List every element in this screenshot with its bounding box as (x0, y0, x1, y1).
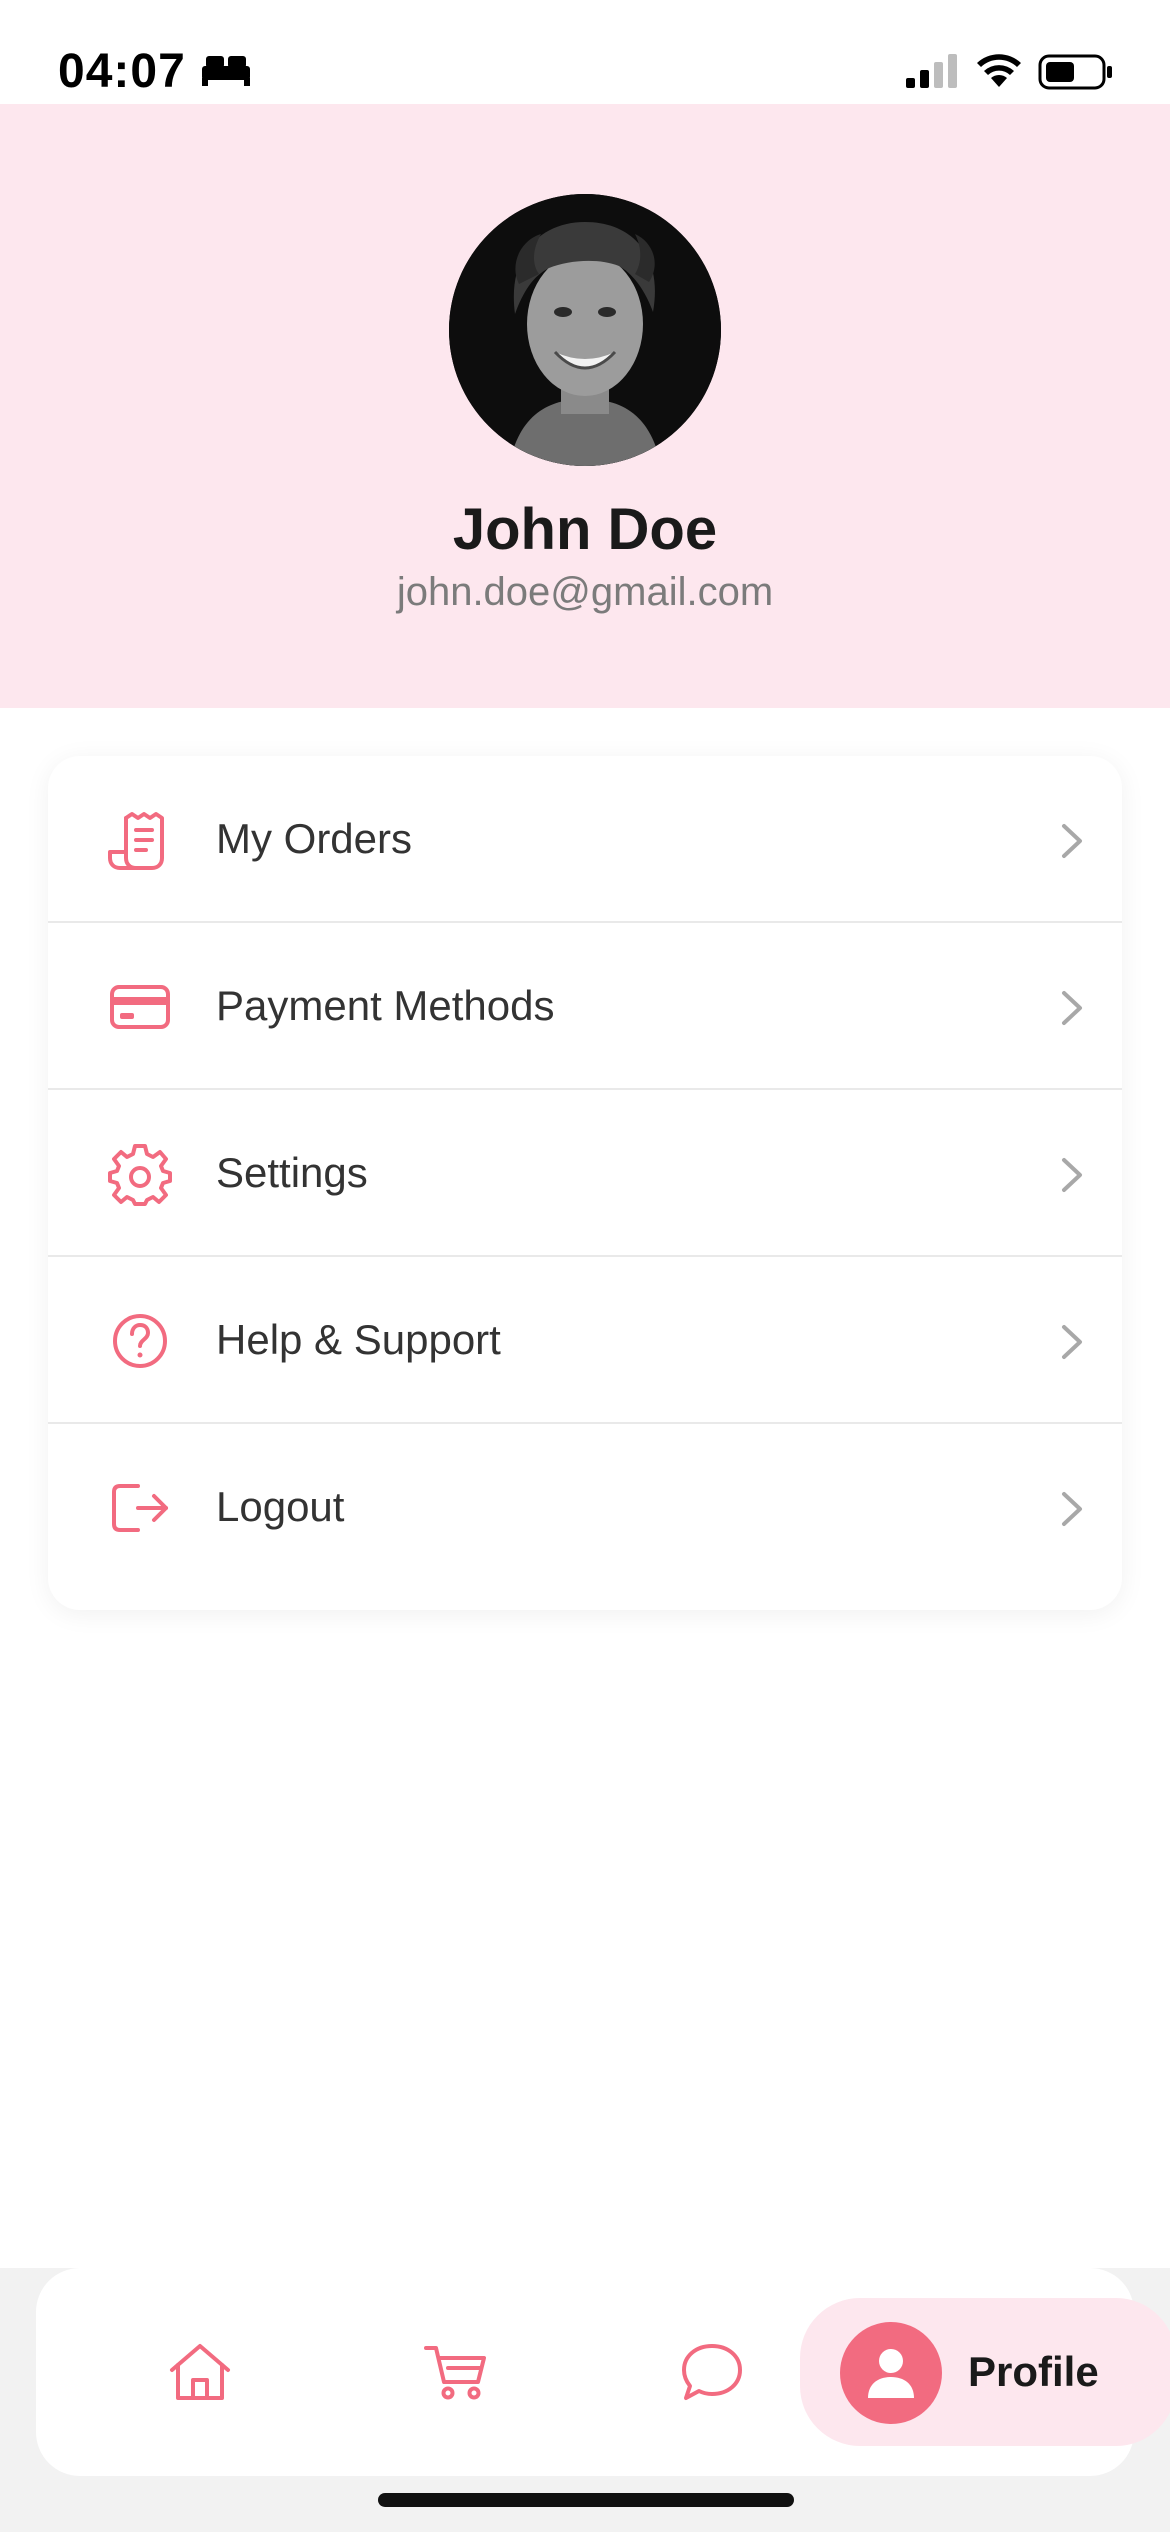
nav-chat[interactable] (678, 2338, 746, 2406)
status-time: 04:07 (58, 45, 186, 98)
profile-header: John Doe john.doe@gmail.com (0, 104, 1170, 708)
nav-cart[interactable] (422, 2338, 490, 2406)
chevron-right-icon (1060, 1490, 1086, 1528)
nav-profile[interactable]: Profile (800, 2298, 1170, 2446)
menu-item-label: Logout (216, 1483, 345, 1530)
menu-item-my-orders[interactable]: My Orders (48, 756, 1122, 923)
battery-icon (1038, 54, 1114, 95)
menu-item-label: Payment Methods (216, 982, 555, 1029)
nav-home[interactable] (166, 2338, 234, 2406)
menu-item-label: My Orders (216, 815, 413, 862)
sleep-mode-icon (200, 54, 252, 93)
cellular-signal-icon (904, 52, 960, 95)
status-bar: 04:07 (0, 0, 1170, 104)
logout-icon (108, 1476, 172, 1540)
menu-item-label: Help & Support (216, 1316, 501, 1363)
nav-profile-label: Profile (968, 2348, 1099, 2395)
bottom-nav: Profile (36, 2268, 1170, 2476)
menu-item-logout[interactable]: Logout (48, 1424, 1122, 1591)
menu-item-payment-methods[interactable]: Payment Methods (48, 923, 1122, 1090)
user-email: john.doe@gmail.com (396, 570, 774, 614)
credit-card-icon (108, 975, 172, 1039)
user-icon (868, 2349, 914, 2398)
chevron-right-icon (1060, 989, 1086, 1027)
user-name: John Doe (452, 497, 718, 562)
menu-item-label: Settings (216, 1149, 368, 1196)
chevron-right-icon (1060, 1323, 1086, 1361)
chevron-right-icon (1060, 822, 1086, 860)
profile-screen: 04:07 John Doe john.doe@gmail.com My Ord… (0, 0, 1170, 2532)
menu-item-help-support[interactable]: Help & Support (48, 1257, 1122, 1424)
gear-icon (108, 1142, 172, 1206)
menu-item-settings[interactable]: Settings (48, 1090, 1122, 1257)
chevron-right-icon (1060, 1156, 1086, 1194)
receipt-icon (108, 808, 172, 872)
chat-bubble-icon (682, 2344, 742, 2400)
profile-avatar-circle (840, 2322, 942, 2424)
profile-menu: My Orders Payment Methods Settings Help … (48, 756, 1122, 1610)
cart-icon (424, 2346, 486, 2400)
wifi-icon (974, 50, 1024, 95)
question-circle-icon (108, 1309, 172, 1373)
home-indicator[interactable] (378, 2493, 794, 2507)
home-icon (170, 2344, 230, 2400)
avatar[interactable] (449, 194, 721, 466)
